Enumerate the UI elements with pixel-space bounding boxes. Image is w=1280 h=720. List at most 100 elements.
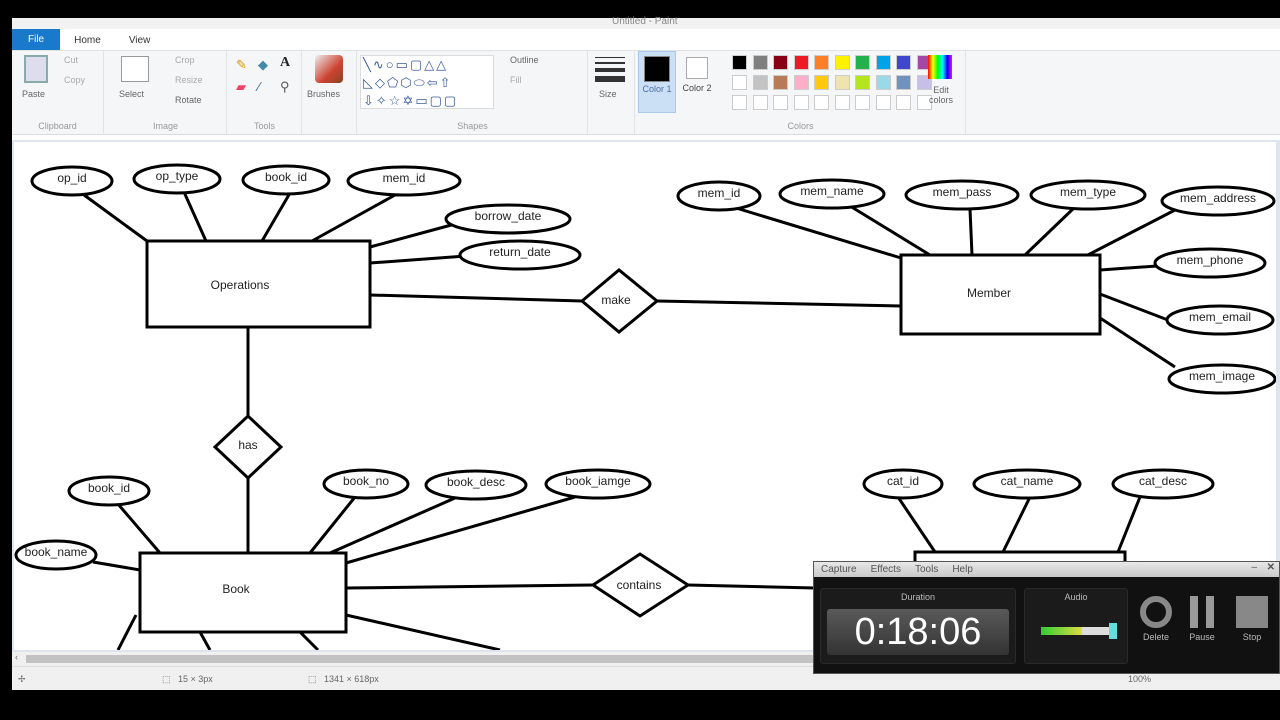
select-button[interactable]: Select [119, 89, 144, 99]
palette-swatch[interactable] [896, 55, 911, 70]
palette-swatch[interactable] [773, 55, 788, 70]
pause-button[interactable]: Pause [1182, 596, 1222, 642]
fill-button[interactable]: Fill [510, 75, 522, 85]
color1-swatch [644, 56, 670, 82]
menu-help[interactable]: Help [945, 562, 980, 577]
image-label: Image [152, 121, 178, 131]
duration-label: Duration [900, 592, 936, 602]
color2-swatch [686, 57, 708, 79]
attribute-label: book_desc [447, 475, 505, 489]
attribute-label: borrow_date [475, 209, 542, 223]
attribute-label: cat_id [887, 474, 919, 488]
stop-icon [1236, 596, 1268, 628]
crop-button[interactable]: Crop [175, 55, 195, 65]
palette-swatch[interactable] [875, 75, 891, 90]
window-title: Untitled - Paint [612, 16, 678, 27]
label-contains: contains [617, 578, 662, 592]
scrollbar-thumb[interactable] [26, 655, 826, 663]
palette-swatch[interactable] [732, 75, 747, 90]
stop-button[interactable]: Stop [1232, 596, 1272, 642]
color-picker-icon[interactable]: ⁄ [258, 79, 260, 94]
duration-timer: 0:18:06 [827, 609, 1009, 655]
color1-label: Color 1 [642, 84, 672, 94]
color2-button[interactable]: Color 2 [678, 51, 716, 113]
outline-button[interactable]: Outline [510, 55, 539, 65]
size-button[interactable]: Size [599, 89, 617, 99]
palette-swatch[interactable] [814, 75, 829, 90]
minimize-icon[interactable]: – [1251, 562, 1257, 573]
canvas-size: 1341 × 618px [324, 674, 379, 684]
palette-swatch[interactable] [814, 55, 829, 70]
shapes-label: Shapes [457, 121, 488, 131]
attribute-label: book_name [25, 545, 88, 559]
palette-swatch[interactable] [752, 75, 768, 90]
custom-swatch[interactable] [834, 95, 850, 110]
select-icon [121, 56, 149, 82]
palette-swatch[interactable] [855, 75, 870, 90]
custom-swatch[interactable] [814, 95, 829, 110]
menu-effects[interactable]: Effects [864, 562, 908, 577]
palette-swatch[interactable] [752, 55, 768, 70]
brushes-button[interactable]: Brushes [307, 89, 340, 99]
pause-icon [1190, 596, 1214, 628]
copy-button[interactable]: Copy [64, 75, 85, 85]
palette-swatch[interactable] [834, 75, 850, 90]
color1-button[interactable]: Color 1 [638, 51, 676, 113]
brushes-group: Brushes [303, 51, 357, 135]
selection-icon: ⬚ [162, 674, 171, 684]
rotate-button[interactable]: Rotate [175, 95, 202, 105]
audio-slider-handle[interactable] [1109, 623, 1117, 639]
attributes: op_id op_type book_id mem_id borrow_dateretu… [14, 163, 1277, 571]
fill-icon[interactable]: ◆ [258, 57, 268, 73]
tab-file[interactable]: File [12, 29, 61, 50]
custom-swatch[interactable] [752, 95, 768, 110]
title-bar: Untitled - Paint [12, 16, 1280, 29]
menu-tools[interactable]: Tools [908, 562, 945, 577]
eraser-icon[interactable]: ▰ [236, 79, 246, 95]
attribute-label: mem_id [383, 171, 426, 185]
custom-swatch[interactable] [732, 95, 747, 110]
color2-label: Color 2 [682, 83, 712, 93]
attribute-label: book_id [88, 481, 130, 495]
attribute-label: mem_email [1189, 310, 1251, 324]
palette-swatch[interactable] [896, 75, 911, 90]
resize-button[interactable]: Resize [175, 75, 203, 85]
palette-swatch[interactable] [793, 55, 809, 70]
delete-icon [1140, 596, 1172, 628]
tab-view[interactable]: View [115, 31, 165, 50]
custom-swatch[interactable] [896, 95, 911, 110]
text-icon[interactable]: A [280, 55, 290, 71]
canvas-size-icon: ⬚ [308, 674, 317, 684]
paste-button[interactable]: Paste [22, 89, 45, 99]
palette-swatch[interactable] [773, 75, 788, 90]
tab-home[interactable]: Home [60, 31, 115, 50]
pause-label: Pause [1189, 632, 1215, 642]
custom-swatch[interactable] [773, 95, 788, 110]
menu-capture[interactable]: Capture [814, 562, 864, 577]
attribute-label: mem_id [698, 186, 741, 200]
ribbon: Paste Cut Copy Clipboard Select Crop Res… [12, 51, 1280, 135]
edit-colors-button[interactable]: Edit colors [926, 85, 956, 105]
close-icon[interactable]: ✕ [1267, 562, 1275, 573]
paste-icon [24, 55, 48, 83]
palette-swatch[interactable] [875, 55, 891, 70]
cut-button[interactable]: Cut [64, 55, 78, 65]
custom-swatch[interactable] [793, 95, 809, 110]
attribute-label: cat_name [1001, 474, 1054, 488]
palette-swatch[interactable] [793, 75, 809, 90]
custom-swatch[interactable] [855, 95, 870, 110]
label-operations: Operations [211, 278, 270, 292]
attribute-label: cat_desc [1139, 474, 1187, 488]
colors-group: Color 1 Color 2 Edit colors Colors [636, 51, 966, 135]
magnifier-icon[interactable]: ⚲ [280, 79, 290, 95]
attribute-label: mem_phone [1177, 253, 1244, 267]
shapes-gallery[interactable]: ╲∿○▭▢△△ ◺◇⬠⬡⬭⇦⇧ ⇩✧☆✡▭▢▢ [360, 55, 494, 109]
palette-swatch[interactable] [732, 55, 747, 70]
pencil-icon[interactable]: ✎ [236, 57, 247, 73]
brushes-icon [315, 55, 343, 83]
colors-label: Colors [787, 121, 814, 131]
palette-swatch[interactable] [855, 55, 870, 70]
custom-swatch[interactable] [875, 95, 891, 110]
palette-swatch[interactable] [834, 55, 850, 70]
delete-button[interactable]: Delete [1136, 596, 1176, 642]
